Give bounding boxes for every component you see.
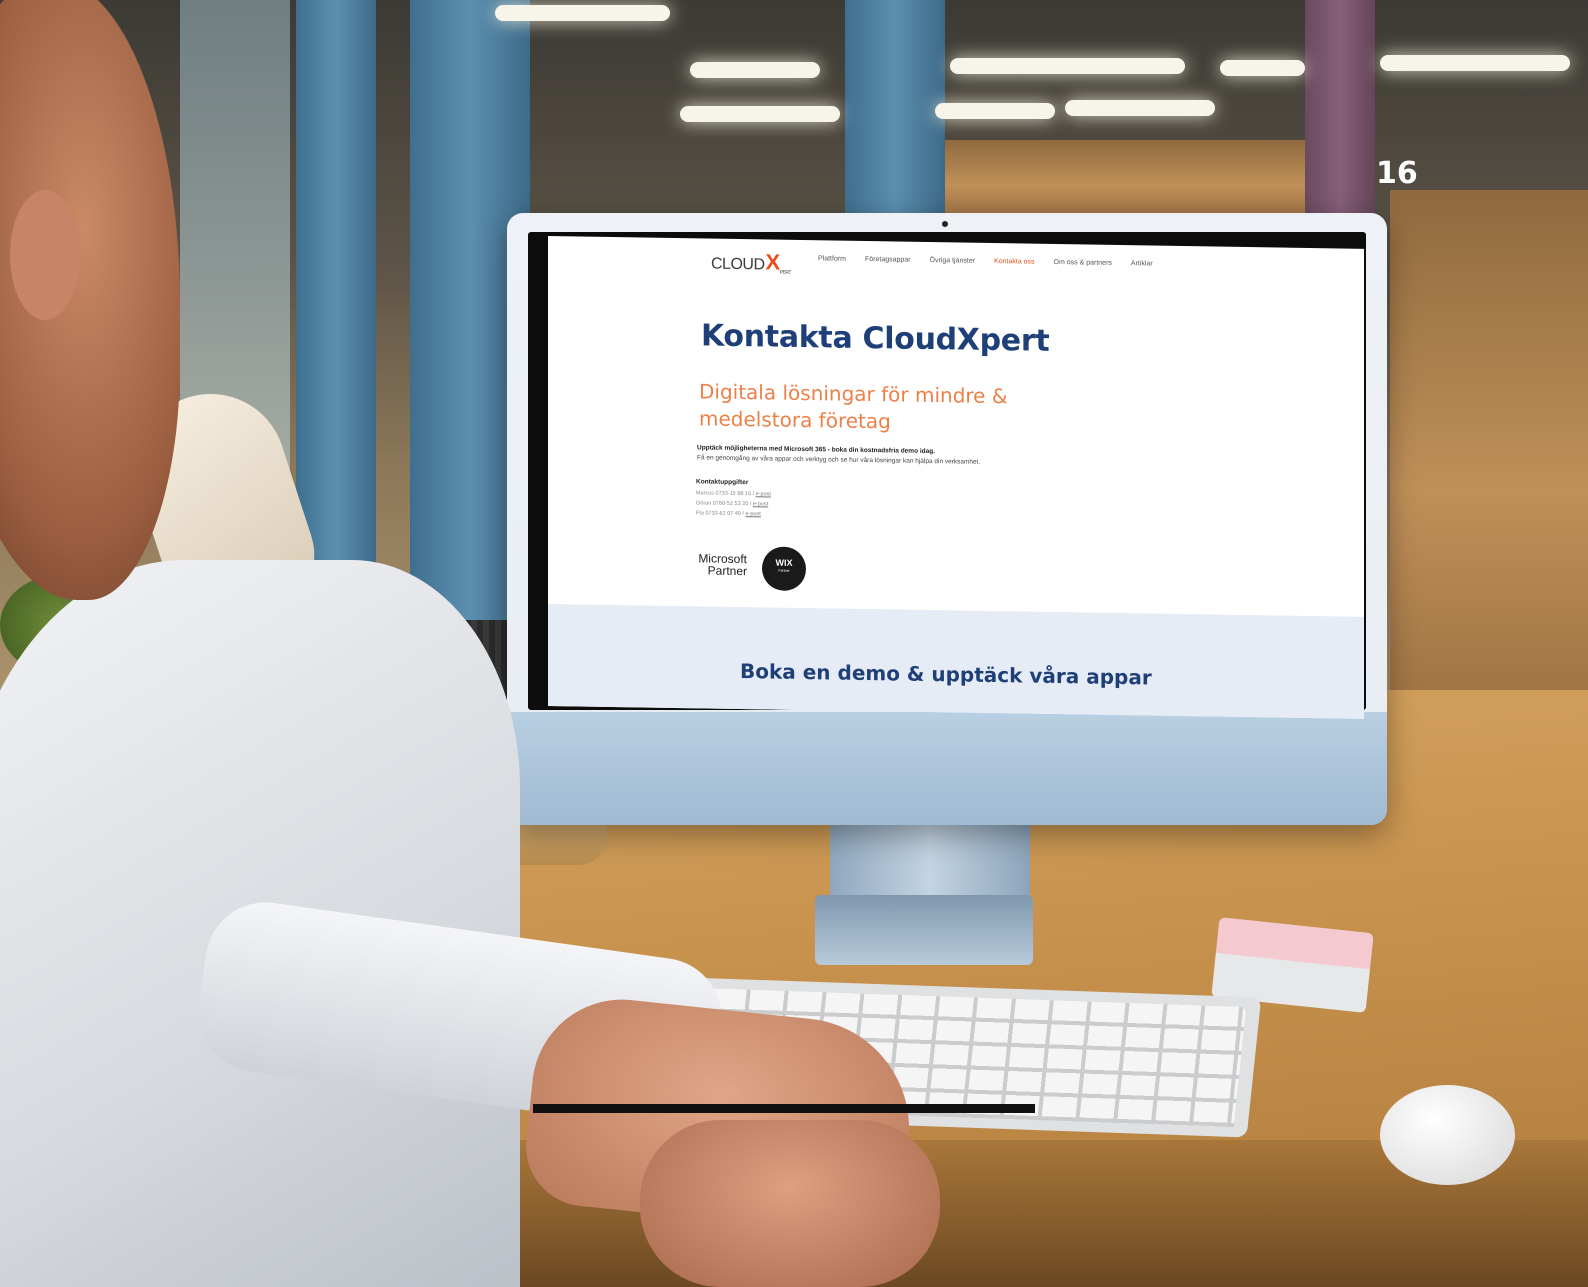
demo-section xyxy=(548,603,1364,719)
decorative-bar xyxy=(533,1104,1035,1113)
nav-artiklar[interactable]: Artiklar xyxy=(1131,260,1153,267)
partner-line: Partner xyxy=(707,563,747,579)
ceiling-light xyxy=(1220,60,1305,76)
cloudxpert-logo[interactable]: CLOUDXPERT xyxy=(711,249,791,276)
ceiling-light xyxy=(1065,100,1215,116)
nav-ovriga-tjanster[interactable]: Övriga tjänster xyxy=(930,257,976,265)
microsoft-partner-logo: Microsoft Partner xyxy=(695,551,747,579)
subtitle-line-2: medelstora företag xyxy=(699,406,891,434)
nav-om-oss-partners[interactable]: Om oss & partners xyxy=(1054,259,1112,267)
monitor-chin xyxy=(507,712,1387,825)
nav-foretagsappar[interactable]: Företagsappar xyxy=(865,256,911,264)
monitor-foot xyxy=(815,895,1033,965)
page-subtitle: Digitala lösningar för mindre & medelsto… xyxy=(699,378,1079,438)
email-link[interactable]: e-post xyxy=(746,511,761,517)
ceiling-light xyxy=(950,58,1185,74)
wood-wall xyxy=(1390,190,1588,690)
logo-x: X xyxy=(765,249,780,275)
email-link[interactable]: e-post xyxy=(753,501,768,507)
mouse xyxy=(1380,1085,1515,1185)
ceiling-light xyxy=(680,106,840,122)
page-number: 16 xyxy=(1376,156,1418,191)
ceiling-light xyxy=(1380,55,1570,71)
subtitle-line-1: Digitala lösningar för mindre & xyxy=(699,379,1008,409)
contact-text: Marcus 0733-15 98 15 / xyxy=(696,490,756,498)
person-hand xyxy=(640,1120,940,1287)
contact-entry: Pia 0733-62 07 40 / e-post xyxy=(696,510,761,517)
nav-kontakta-oss[interactable]: Kontakta oss xyxy=(994,258,1034,266)
contact-text: Pia 0733-62 07 40 / xyxy=(696,510,746,518)
website-screen: CLOUDXPERT Plattform Företagsappar Övrig… xyxy=(548,236,1364,719)
ceiling-light xyxy=(935,103,1055,119)
wix-partner-badge: WIX Partner xyxy=(762,546,806,592)
lead-text: Få en genomgång av våra appar och verkty… xyxy=(697,454,981,466)
wix-label: WIX xyxy=(775,557,793,568)
ceiling-light xyxy=(495,5,670,21)
logo-suffix: PERT xyxy=(779,269,791,276)
page-title: Kontakta CloudXpert xyxy=(701,318,1050,359)
wix-sub-label: Partner xyxy=(778,568,790,573)
logo-text: CLOUD xyxy=(711,255,765,274)
office-photo: CLOUDXPERT Plattform Företagsappar Övrig… xyxy=(0,0,1588,1287)
contact-entry: Marcus 0733-15 98 15 / e-post xyxy=(696,490,771,497)
contact-heading: Kontaktuppgifter xyxy=(696,478,749,487)
camera-icon xyxy=(942,221,948,227)
person-ear xyxy=(10,190,80,320)
email-link[interactable]: e-post xyxy=(756,491,771,497)
contact-text: Göran 0760-52 53 20 / xyxy=(696,500,753,508)
blue-pillar xyxy=(845,0,945,215)
purple-pillar xyxy=(1305,0,1375,215)
contact-entry: Göran 0760-52 53 20 / e-post xyxy=(696,500,768,507)
main-nav: Plattform Företagsappar Övriga tjänster … xyxy=(818,255,1153,267)
wood-wall xyxy=(945,140,1305,215)
nav-plattform[interactable]: Plattform xyxy=(818,255,846,262)
ceiling-light xyxy=(690,62,820,78)
lead-bold-text: Upptäck möjligheterna med Microsoft 365 … xyxy=(697,444,936,456)
